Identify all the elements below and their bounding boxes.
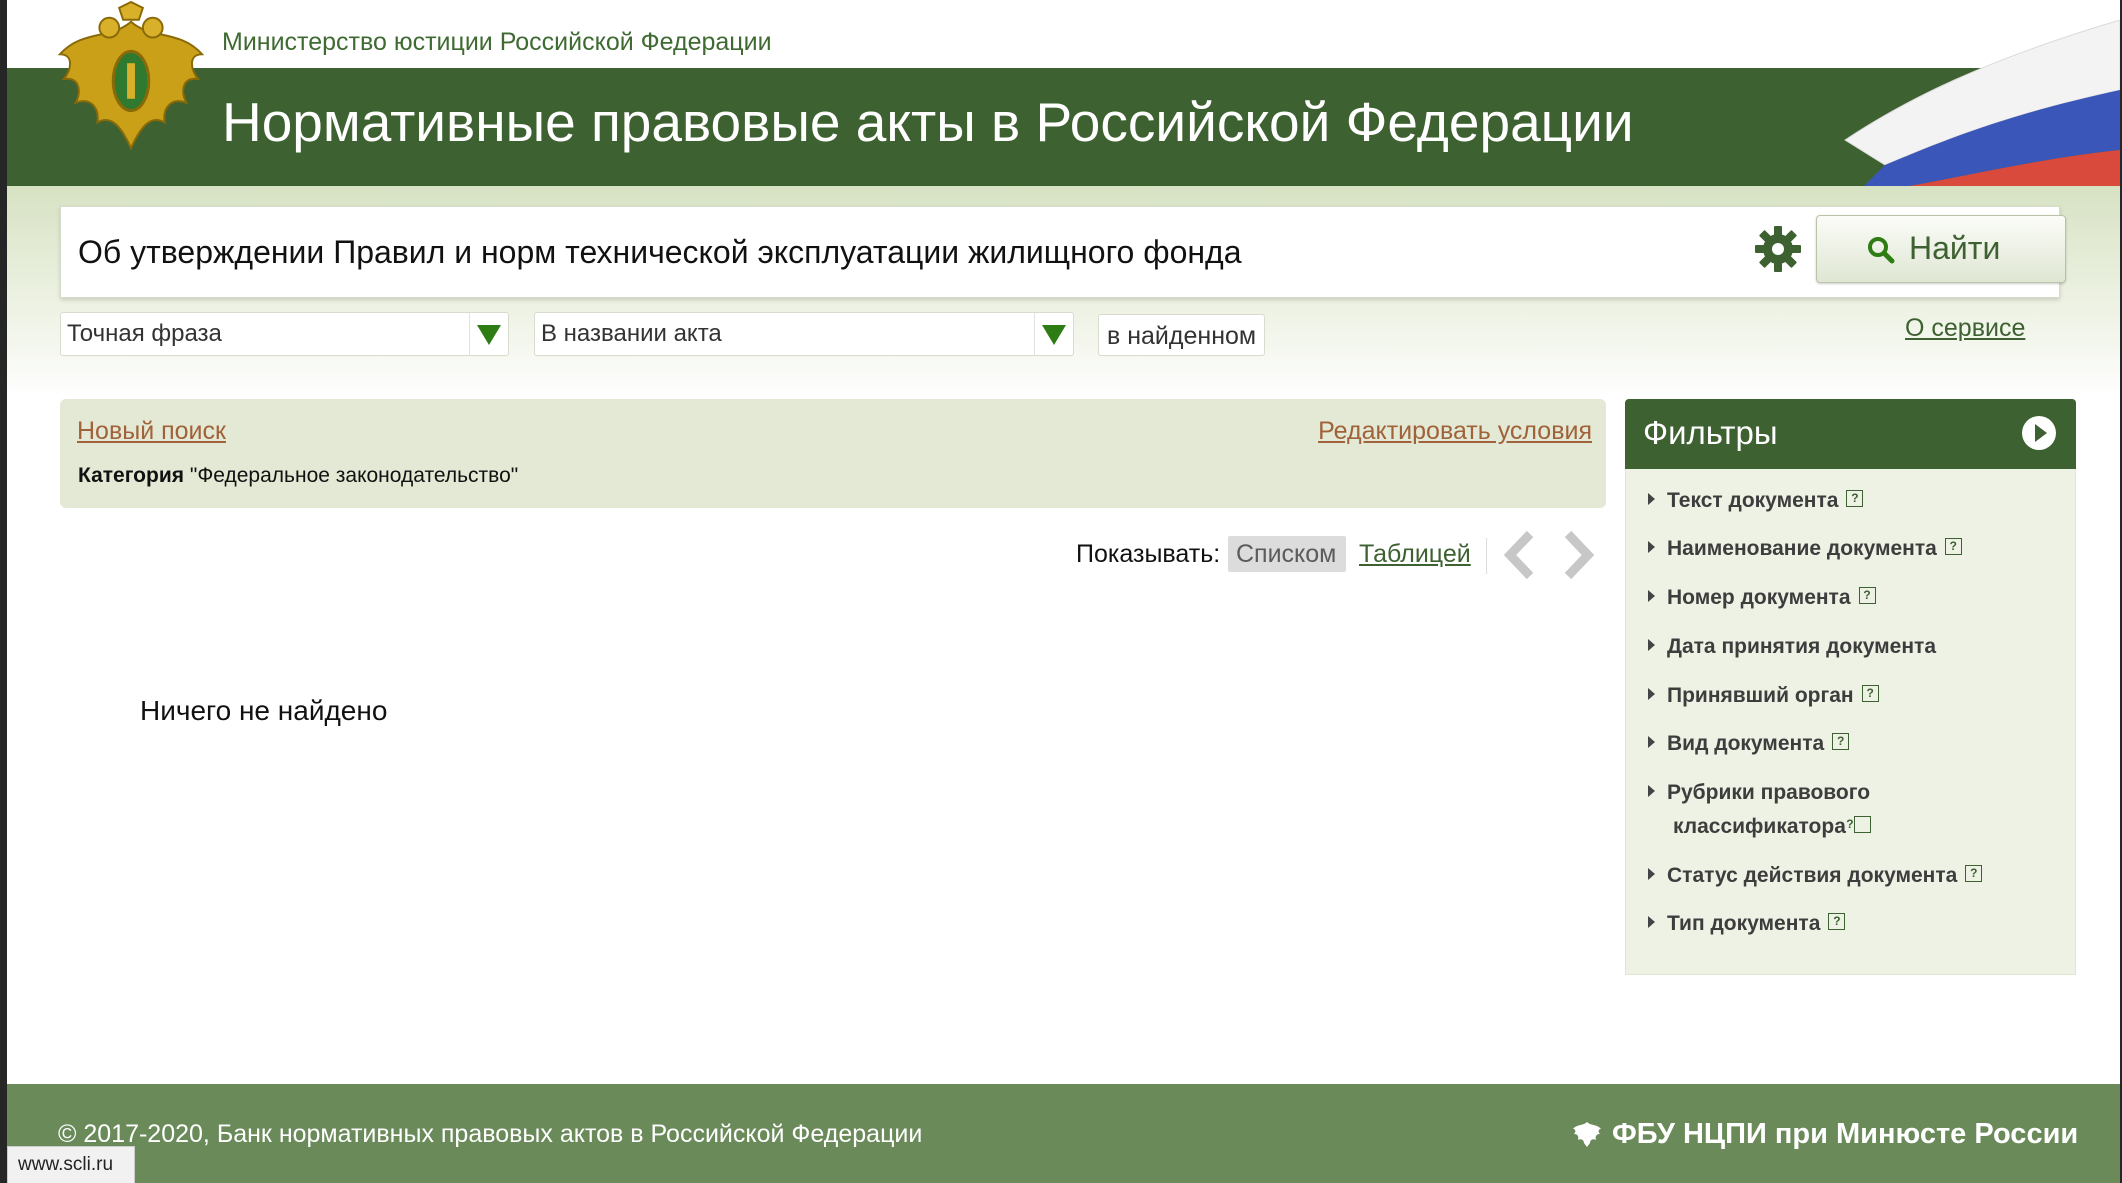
filter-item-adoption-date[interactable]: Дата принятия документа xyxy=(1648,630,2068,664)
filter-item-document-text[interactable]: Текст документа? xyxy=(1648,484,2068,518)
double-headed-eagle-emblem-icon[interactable] xyxy=(52,0,210,158)
help-icon[interactable]: ? xyxy=(1846,489,1864,507)
filter-item-label: Наименование документа xyxy=(1667,537,1937,560)
search-mode-value: Точная фраза xyxy=(67,320,222,347)
filter-item-label: Рубрики правового классификатора xyxy=(1667,781,1871,838)
caret-right-icon xyxy=(1648,541,1655,554)
filter-item-label: Номер документа xyxy=(1667,586,1851,609)
search-scope-select[interactable]: В названии акта xyxy=(534,312,1074,356)
gear-icon[interactable] xyxy=(1754,225,1802,273)
chevron-down-icon[interactable] xyxy=(1034,313,1073,355)
help-icon[interactable]: ? xyxy=(1861,684,1879,702)
category-value: "Федеральное законодательство" xyxy=(189,464,519,487)
chevron-left-icon[interactable] xyxy=(1500,528,1542,582)
chevron-down-icon[interactable] xyxy=(469,313,508,355)
edit-conditions-link[interactable]: Редактировать условия xyxy=(1318,417,1592,446)
help-icon[interactable]: ? xyxy=(1832,732,1850,750)
view-list-button[interactable]: Списком xyxy=(1228,536,1346,572)
page: Министерство юстиции Российской Федераци… xyxy=(0,0,2122,1183)
filter-item-label: Статус действия документа xyxy=(1667,864,1958,887)
search-mode-select[interactable]: Точная фраза xyxy=(60,312,509,356)
empty-results-message: Ничего не найдено xyxy=(140,695,388,726)
view-table-link[interactable]: Таблицей xyxy=(1359,540,1471,569)
help-icon[interactable]: ? xyxy=(1944,537,1962,555)
ministry-name: Министерство юстиции Российской Федераци… xyxy=(222,28,772,56)
help-icon[interactable]: ? xyxy=(1846,815,1871,833)
caret-right-icon xyxy=(1648,916,1655,929)
site-title[interactable]: Нормативные правовые акты в Российской Ф… xyxy=(222,90,1634,154)
category-label: Категория xyxy=(78,464,185,487)
filters-title: Фильтры xyxy=(1643,414,1778,451)
new-search-link[interactable]: Новый поиск xyxy=(77,417,226,446)
filter-item-label: Вид документа xyxy=(1667,732,1825,755)
help-icon[interactable]: ? xyxy=(1965,864,1983,882)
view-list-label: Списком xyxy=(1236,540,1337,568)
filter-item-document-type[interactable]: Тип документа? xyxy=(1648,907,2068,941)
filter-item-document-kind[interactable]: Вид документа? xyxy=(1648,727,2068,761)
filter-item-document-number[interactable]: Номер документа? xyxy=(1648,581,2068,615)
help-icon[interactable]: ? xyxy=(1858,586,1876,604)
find-button[interactable]: Найти xyxy=(1816,215,2066,283)
filter-item-label: Принявший орган xyxy=(1667,684,1854,707)
help-icon[interactable]: ? xyxy=(1828,912,1846,930)
filter-item-status[interactable]: Статус действия документа? xyxy=(1648,859,2068,893)
search-in-found-button[interactable]: в найденном xyxy=(1098,314,1265,356)
caret-right-icon xyxy=(1648,639,1655,652)
filter-item-classifier-rubrics[interactable]: Рубрики правового классификатора? xyxy=(1648,776,1958,844)
watermark-text: www.scli.ru xyxy=(18,1154,114,1175)
eagle-emblem-icon xyxy=(1573,1122,1601,1147)
search-icon xyxy=(1868,237,1895,264)
search-conditions-panel xyxy=(60,399,1606,508)
footer-organization[interactable]: ФБУ НЦПИ при Минюсте России xyxy=(1612,1118,2078,1151)
find-button-label: Найти xyxy=(1909,230,2001,266)
caret-right-icon xyxy=(1648,736,1655,749)
search-scope-value: В названии акта xyxy=(541,320,722,347)
search-query-text[interactable]: Об утверждении Правил и норм технической… xyxy=(78,234,1242,271)
about-service-link[interactable]: О сервисе xyxy=(1905,314,2025,343)
filter-item-issuing-body[interactable]: Принявший орган? xyxy=(1648,679,2068,713)
window-left-border xyxy=(0,0,7,1183)
caret-right-icon xyxy=(1648,493,1655,506)
filter-item-document-name[interactable]: Наименование документа? xyxy=(1648,532,2068,566)
caret-right-icon xyxy=(1648,590,1655,603)
caret-right-icon xyxy=(1648,688,1655,701)
search-in-found-label: в найденном xyxy=(1107,322,1257,350)
divider xyxy=(1486,538,1487,574)
caret-right-icon xyxy=(1648,785,1655,798)
watermark: www.scli.ru xyxy=(7,1146,135,1183)
footer-copyright: © 2017-2020, Банк нормативных правовых а… xyxy=(58,1120,923,1148)
filter-item-label: Текст документа xyxy=(1667,489,1839,512)
chevron-right-icon[interactable] xyxy=(1556,528,1598,582)
filters-expand-icon[interactable] xyxy=(2020,414,2058,452)
filter-item-label: Дата принятия документа xyxy=(1667,635,1937,658)
category-line: Категория "Федеральное законодательство" xyxy=(78,464,518,488)
filter-item-label: Тип документа xyxy=(1667,912,1821,935)
show-as-label: Показывать: xyxy=(1076,540,1221,568)
caret-right-icon xyxy=(1648,868,1655,881)
